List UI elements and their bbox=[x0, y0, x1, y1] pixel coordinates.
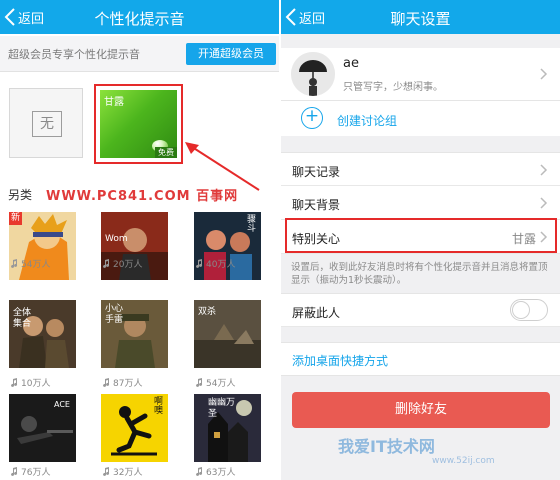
vip-promo-bar: 超级会员专享个性化提示音 开通超级会员 bbox=[0, 36, 279, 72]
new-badge: 新 bbox=[9, 212, 23, 225]
watermark-text: WWW.PC841.COM 百事网 bbox=[46, 189, 239, 204]
play-count-text: 10万人 bbox=[21, 379, 51, 389]
play-count: 32万人 bbox=[102, 465, 142, 478]
ringtone-tile[interactable]: 幽幽万圣 bbox=[194, 394, 261, 462]
friend-profile-row[interactable]: ae 只管写字，少想闲事。 bbox=[281, 48, 560, 100]
open-super-vip-button[interactable]: 开通超级会员 bbox=[186, 43, 276, 65]
chat-background-row[interactable]: 聊天背景 bbox=[281, 186, 560, 220]
friend-name: ae bbox=[343, 56, 359, 71]
create-discussion-group-row[interactable]: + 创建讨论组 bbox=[281, 100, 560, 136]
no-ringtone-option[interactable]: 无 bbox=[9, 88, 83, 158]
ringtone-panel: 返回 个性化提示音 超级会员专享个性化提示音 开通超级会员 无 甘露 免费 另类… bbox=[0, 0, 279, 480]
music-note-icon bbox=[196, 259, 203, 268]
music-note-icon bbox=[11, 259, 18, 268]
toggle-knob bbox=[512, 301, 530, 319]
play-count: 87万人 bbox=[102, 376, 142, 389]
special-care-highlight bbox=[285, 218, 557, 253]
play-count: 40万人 bbox=[195, 257, 235, 270]
avatar bbox=[291, 52, 335, 96]
chevron-right-icon bbox=[540, 197, 548, 209]
umbrella-avatar-icon bbox=[291, 52, 335, 96]
add-desktop-shortcut-label: 添加桌面快捷方式 bbox=[292, 354, 389, 368]
block-user-row: 屏蔽此人 bbox=[281, 293, 560, 327]
tile-label: ACE bbox=[54, 400, 70, 409]
music-note-icon bbox=[103, 467, 110, 476]
tile-label: 啊噢 bbox=[152, 396, 162, 414]
music-note-icon bbox=[103, 259, 110, 268]
right-page-title: 聊天设置 bbox=[390, 10, 451, 28]
play-count: 10万人 bbox=[10, 376, 50, 389]
play-count-text: 63万人 bbox=[206, 468, 236, 478]
composite-screenshot: 返回 个性化提示音 超级会员专享个性化提示音 开通超级会员 无 甘露 免费 另类… bbox=[0, 0, 560, 480]
play-count-text: 40万人 bbox=[206, 260, 236, 270]
left-header: 返回 个性化提示音 bbox=[0, 0, 279, 34]
play-count: 63万人 bbox=[195, 465, 235, 478]
ringtone-tile[interactable]: 啊噢 bbox=[101, 394, 168, 462]
play-count-text: 32万人 bbox=[113, 468, 143, 478]
music-note-icon bbox=[196, 467, 203, 476]
delete-friend-button[interactable]: 删除好友 bbox=[292, 392, 550, 428]
chevron-right-icon bbox=[540, 164, 548, 176]
right-header: 返回 聊天设置 bbox=[281, 0, 560, 34]
tile-label: Wom bbox=[105, 234, 128, 244]
chat-background-label: 聊天背景 bbox=[292, 198, 341, 212]
play-count: 76万人 bbox=[10, 465, 50, 478]
brand-logo-text: 我爱IT技术网 bbox=[338, 437, 435, 456]
selected-ringtone-highlight: 甘露 免费 bbox=[94, 84, 183, 164]
section-title: 另类 bbox=[8, 188, 33, 202]
block-toggle[interactable] bbox=[510, 299, 548, 321]
play-count-text: 20万人 bbox=[113, 260, 143, 270]
tile-label: 双杀 bbox=[198, 307, 217, 317]
play-count: 20万人 bbox=[102, 257, 142, 270]
music-note-icon bbox=[11, 378, 18, 387]
play-count-text: 54万人 bbox=[206, 379, 236, 389]
play-count: 54万人 bbox=[10, 257, 50, 270]
tile-label: 全体集合 bbox=[13, 308, 32, 329]
left-page-title: 个性化提示音 bbox=[94, 10, 185, 28]
tile-label: 幽幽万圣 bbox=[208, 398, 236, 419]
none-label: 无 bbox=[32, 111, 62, 137]
play-count-text: 87万人 bbox=[113, 379, 143, 389]
chat-history-label: 聊天记录 bbox=[292, 165, 341, 179]
plus-circle-icon: + bbox=[301, 107, 323, 129]
music-note-icon bbox=[11, 467, 18, 476]
ringtone-tile[interactable]: 全体集合 bbox=[9, 300, 76, 368]
tile-label: 骤斗 bbox=[245, 214, 255, 232]
chat-settings-panel: 返回 聊天设置 ae 只管写字，少想闲事。 + 创建讨论组 聊天记录 聊天背景 … bbox=[281, 0, 560, 480]
ringtone-tile[interactable]: ACE bbox=[9, 394, 76, 462]
brand-url-text: www.52ij.com bbox=[432, 456, 495, 466]
block-user-label: 屏蔽此人 bbox=[292, 306, 341, 320]
create-discussion-group-label: 创建讨论组 bbox=[337, 114, 398, 128]
special-care-help-text: 设置后，收到此好友消息时将有个性化提示音并且消息将置顶显示（振动为1秒长震动）。 bbox=[291, 262, 548, 286]
ringtone-name: 甘露 bbox=[104, 97, 124, 108]
music-note-icon bbox=[196, 378, 203, 387]
play-count: 54万人 bbox=[195, 376, 235, 389]
play-count-text: 54万人 bbox=[21, 260, 51, 270]
friend-signature: 只管写字，少想闲事。 bbox=[343, 82, 443, 93]
add-desktop-shortcut-row[interactable]: 添加桌面快捷方式 bbox=[281, 342, 560, 376]
ringtone-tile[interactable]: 小心手雷 bbox=[101, 300, 168, 368]
ringtone-tile[interactable]: 双杀 bbox=[194, 300, 261, 368]
chat-history-row[interactable]: 聊天记录 bbox=[281, 152, 560, 186]
free-badge: 免费 bbox=[155, 147, 177, 158]
play-count-text: 76万人 bbox=[21, 468, 51, 478]
ringtone-option-ganlu[interactable]: 甘露 免费 bbox=[100, 90, 177, 158]
tile-label: 小心手雷 bbox=[105, 304, 124, 325]
music-note-icon bbox=[103, 378, 110, 387]
vip-promo-text: 超级会员专享个性化提示音 bbox=[8, 48, 140, 61]
chevron-right-icon bbox=[540, 68, 548, 80]
